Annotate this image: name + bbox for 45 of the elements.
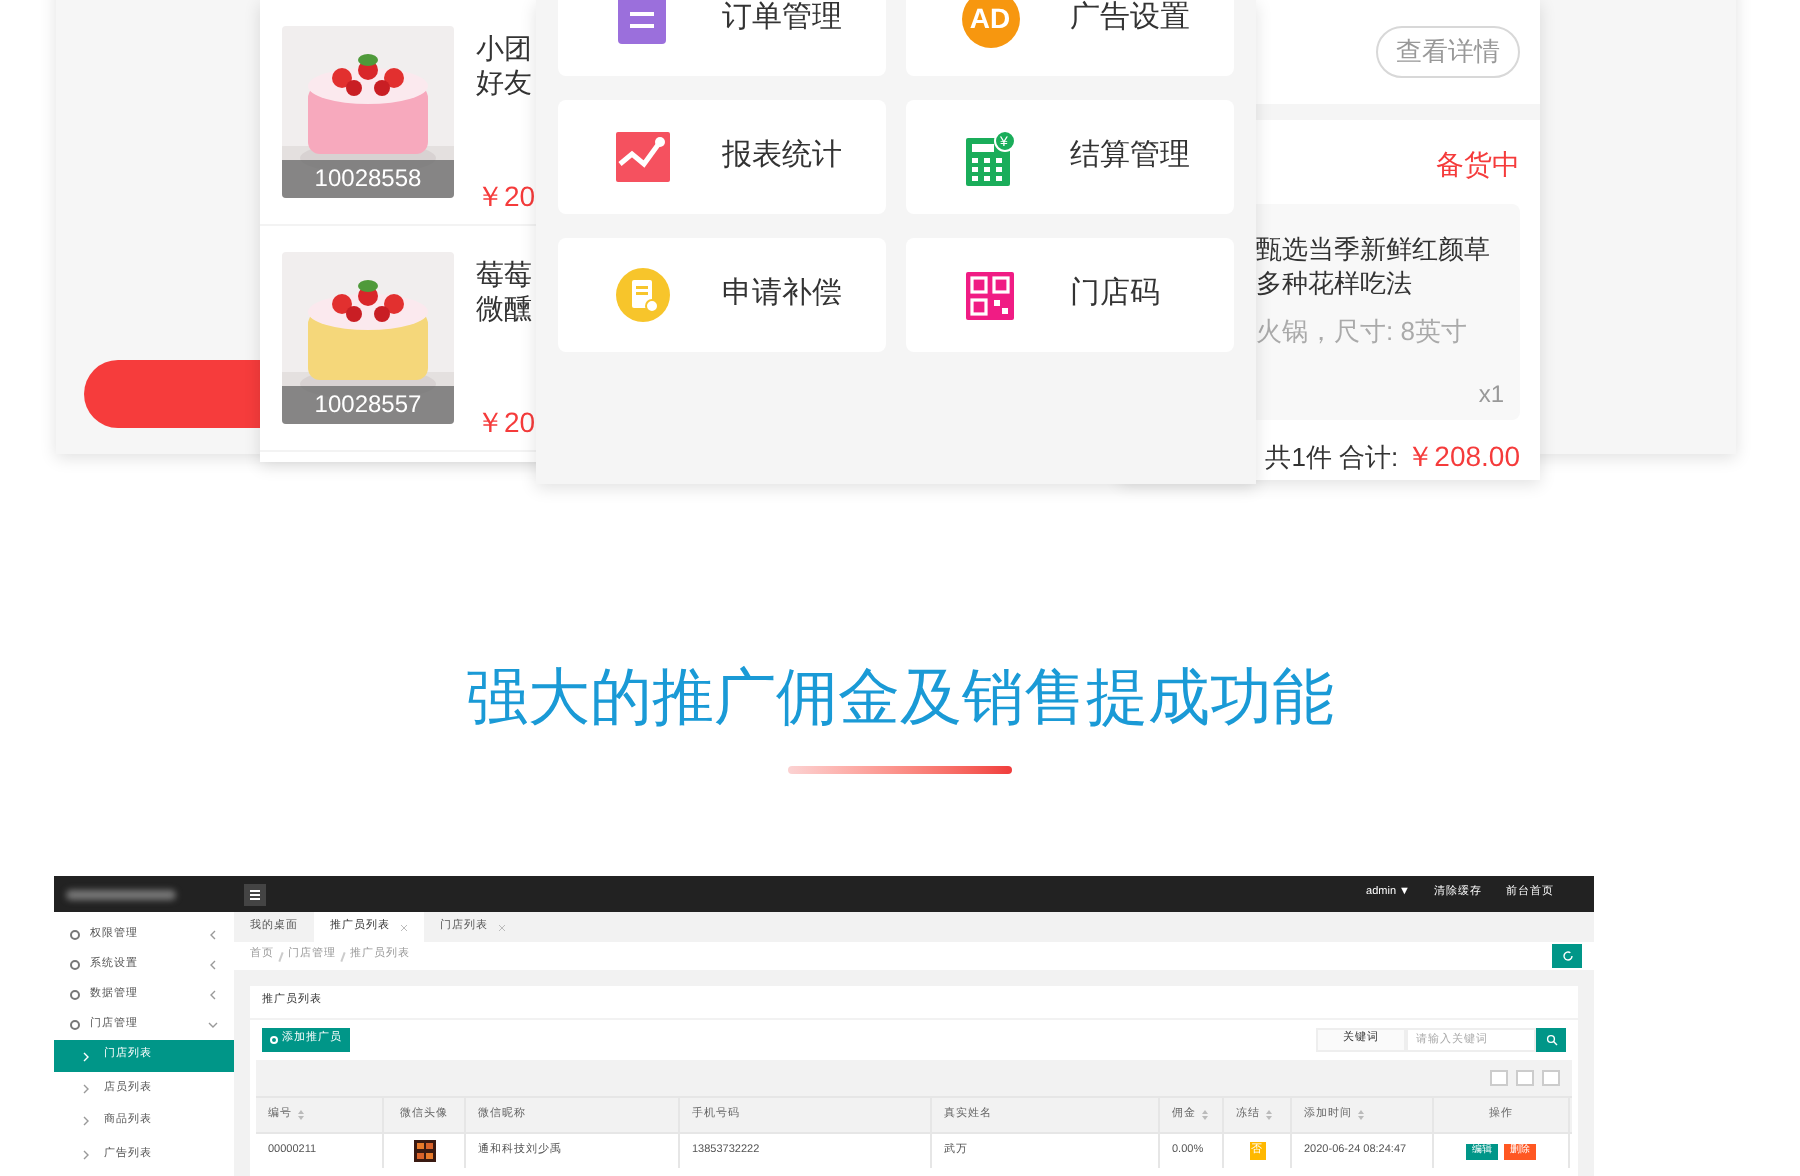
chevron-right-icon [82,1116,90,1127]
menu-tile[interactable]: 门店码 [906,238,1234,352]
menu-tile[interactable]: 订单管理 [558,0,886,76]
sort-icon[interactable] [298,1110,304,1120]
menu-tile[interactable]: 申请补偿 [558,238,886,352]
menu-item-icon [70,1020,80,1030]
search-button[interactable] [1536,1028,1566,1052]
chevron-right-icon [82,1149,90,1160]
product-spec: 火锅，尺寸: 8英寸 [1256,314,1469,350]
total-label: 共1件 合计: [1265,439,1399,476]
sort-icon[interactable] [1358,1110,1364,1120]
menu-item-icon [70,930,80,940]
close-icon[interactable] [400,923,408,931]
price: ￥20 [476,178,536,216]
submit-button[interactable] [84,360,260,428]
product-name: 甄选当季新鲜红颜草 多种花样吃法 [1256,232,1492,300]
sort-icon[interactable] [1266,1110,1272,1120]
menu-tile[interactable]: AD 广告设置 [906,0,1234,76]
quantity: x1 [1478,377,1504,411]
total-price: ￥208.00 [1406,438,1520,476]
export-icon[interactable] [1542,1070,1560,1086]
product-title: 莓莓 微醺 [476,256,534,326]
menu-toggle-icon[interactable] [244,883,266,905]
columns-icon[interactable] [1490,1070,1508,1086]
chevron-right-icon [82,1083,90,1094]
refresh-icon [1561,950,1573,962]
breadcrumb-separator [278,950,284,962]
product-code: 10028558 [282,160,454,198]
close-icon[interactable] [498,923,506,931]
print-icon[interactable] [1516,1070,1534,1086]
order-status: 备货中 [1436,146,1520,184]
ad-icon: AD [961,0,1019,48]
menu-tile[interactable]: 报表统计 [558,100,886,214]
breadcrumb-separator [340,950,346,962]
sort-icon[interactable] [1202,1110,1208,1120]
product-title: 小团 好友 [476,30,534,100]
refresh-button[interactable] [1552,944,1582,968]
logo-blur [66,889,176,899]
search-icon [1545,1034,1557,1046]
menu-item-icon [70,990,80,1000]
section-heading: 强大的推广佣金及销售提成功能 [466,660,1334,736]
price: ￥20 [476,404,536,442]
menu-item-icon [70,960,80,970]
chevron-right-icon [82,1051,90,1061]
product-code: 10028557 [282,386,454,424]
